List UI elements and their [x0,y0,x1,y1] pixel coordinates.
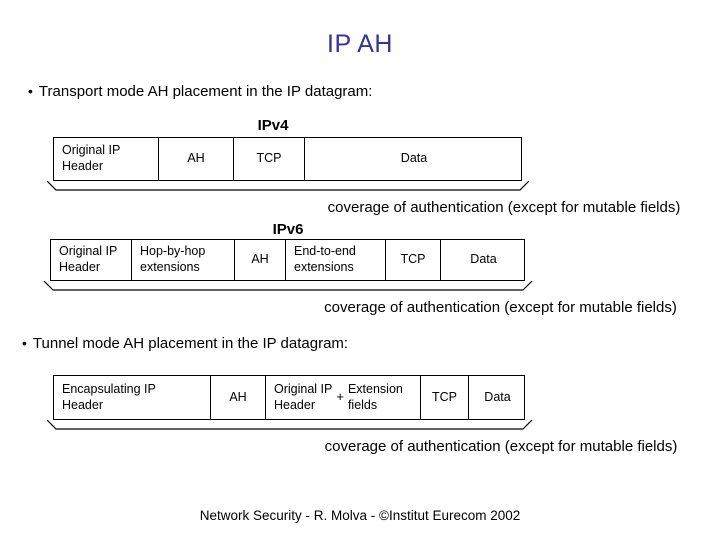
datagram-cell-label: AH [229,389,247,404]
datagram-cell: Original IP Header [54,138,159,180]
datagram-cell-label: Hop-by-hop extensions [140,244,206,274]
datagram-ipv6: Original IP Header Hop-by-hop extensions AH E… [50,239,525,281]
datagram-cell-label: AH [251,252,269,267]
bullet-marker-icon: • [22,335,27,351]
coverage-text-ipv6: coverage of authentication (except for m… [324,299,677,316]
datagram-cell: Data [441,240,526,280]
coverage-text-tunnel: coverage of authentication (except for m… [324,438,678,455]
datagram-cell: Hop-by-hop extensions [132,240,235,280]
datagram-cell: Data [469,376,526,419]
datagram-cell-label: Original IP Header [59,244,118,274]
datagram-ipv4: Original IP Header AH TCP Data [53,137,522,181]
bullet-tunnel-mode: • Tunnel mode AH placement in the IP data… [22,335,348,352]
coverage-brace-ipv4 [46,181,530,193]
datagram-cell-label: TCP [256,151,282,166]
coverage-brace-ipv6 [43,281,533,293]
datagram-cell-label: Data [470,252,497,267]
coverage-brace-tunnel [46,420,533,432]
datagram-cell-label: Original IP Header [274,381,333,412]
label-ipv4: IPv4 [257,117,289,134]
datagram-cell: AH [159,138,234,180]
datagram-cell-label: Encapsulating IP Header [62,381,156,412]
datagram-cell: AH [235,240,286,280]
datagram-cell-label: Extension fields [347,381,403,412]
slide-root: IP AH • Transport mode AH placement in th… [0,0,720,540]
bullet-tunnel-label: Tunnel mode AH placement in the IP datag… [32,335,349,352]
slide-footer: Network Security - R. Molva - ©Institut … [199,508,521,523]
bullet-transport-mode: • Transport mode AH placement in the IP d… [28,83,372,100]
datagram-cell-label: Data [400,151,428,166]
datagram-cell-label: TCP [432,389,457,404]
datagram-cell: Encapsulating IP Header [54,376,211,419]
datagram-cell: TCP [421,376,469,419]
datagram-cell-label: End-to-end extensions [294,244,356,274]
datagram-cell: Original IP Header [51,240,132,280]
plus-sign-icon: + [336,389,344,405]
datagram-cell-label: Original IP Header [62,143,121,173]
datagram-cell: AH [211,376,266,419]
coverage-text-ipv4: coverage of authentication (except for m… [327,199,681,216]
page-title: IP AH [327,30,393,58]
datagram-cell: TCP [234,138,305,180]
datagram-tunnel: Encapsulating IP Header AH Original IP Heade… [53,375,525,420]
datagram-cell: Original IP Header + Extension fields [266,376,421,419]
datagram-cell-label: TCP [400,252,426,267]
datagram-cell-label: Data [484,389,511,404]
datagram-cell: End-to-end extensions [286,240,386,280]
datagram-cell: Data [305,138,523,180]
label-ipv6: IPv6 [272,221,304,238]
bullet-marker-icon: • [28,83,33,99]
datagram-cell: TCP [386,240,441,280]
datagram-cell-label: AH [187,151,205,166]
bullet-transport-label: Transport mode AH placement in the IP da… [38,83,373,100]
